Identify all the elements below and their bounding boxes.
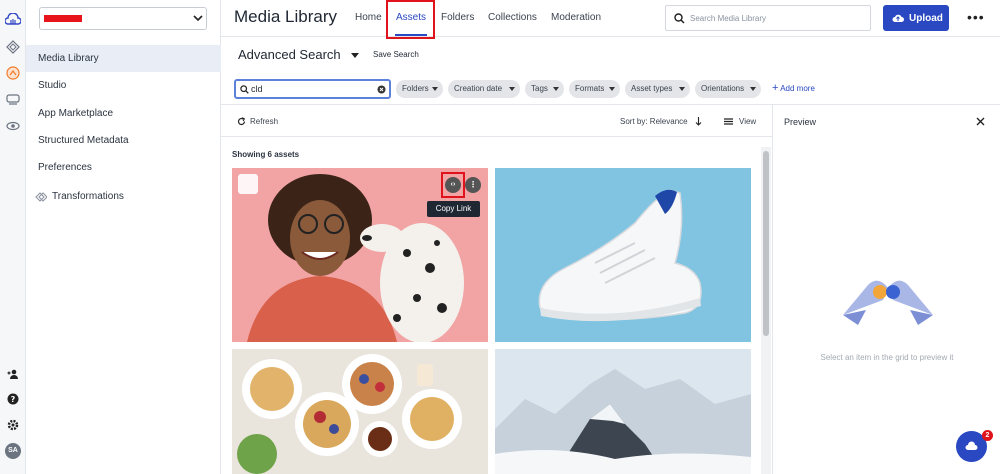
asset-count: Showing 6 assets (232, 150, 300, 159)
view-button[interactable]: View (739, 117, 756, 126)
preview-title: Preview (784, 117, 817, 127)
asset-tile[interactable] (232, 349, 488, 474)
cloudinary-logo-icon[interactable] (5, 11, 21, 27)
sort-direction-icon[interactable] (695, 117, 702, 126)
filter-formats[interactable]: Formats (569, 80, 620, 98)
asset-tile[interactable]: ‹› ⋮ (232, 168, 488, 342)
sidebar-item-media-library[interactable]: Media Library (26, 45, 221, 72)
select-checkbox[interactable] (238, 174, 258, 194)
search-icon (240, 85, 249, 94)
preview-panel: Preview Select an item in the grid to pr… (772, 104, 1000, 474)
mountains-thumbnail (495, 349, 751, 474)
scrollbar[interactable] (761, 147, 771, 474)
preview-empty-text: Select an item in the grid to preview it (820, 353, 954, 362)
video-icon[interactable] (5, 92, 21, 108)
asset-tile[interactable] (495, 349, 751, 474)
search-placeholder: Search Media Library (690, 14, 767, 23)
sidebar-item-app-marketplace[interactable]: App Marketplace (26, 100, 221, 127)
empty-preview-illustration (843, 280, 933, 325)
tab-assets-highlight (386, 0, 435, 39)
search-media-library-input[interactable]: Search Media Library (665, 5, 871, 31)
upload-button[interactable]: Upload (883, 5, 949, 31)
icon-rail: ? SA (0, 0, 26, 474)
filter-tags[interactable]: Tags (525, 80, 564, 98)
close-icon[interactable] (976, 117, 985, 126)
transformations-icon (35, 192, 47, 202)
results-toolbar: Refresh Sort by: Relevance View (221, 104, 772, 137)
tab-home[interactable]: Home (355, 12, 382, 23)
advanced-search-title: Advanced Search (238, 47, 341, 62)
scrollbar-thumb[interactable] (763, 151, 769, 336)
sidebar-item-studio[interactable]: Studio (26, 72, 221, 99)
clear-icon[interactable] (377, 85, 386, 94)
avatar[interactable]: SA (5, 443, 21, 459)
plus-icon: + (772, 82, 779, 94)
tab-moderation[interactable]: Moderation (551, 12, 601, 23)
copy-link-icon[interactable]: ‹› (445, 177, 461, 193)
filter-orientations[interactable]: Orientations (695, 80, 761, 98)
programmable-media-icon[interactable] (5, 39, 21, 55)
save-search-button[interactable]: Save Search (373, 50, 419, 59)
more-options-icon[interactable]: ••• (967, 10, 985, 24)
integrations-icon[interactable] (5, 118, 21, 134)
page-title: Media Library (234, 7, 337, 26)
sidebar-item-structured-metadata[interactable]: Structured Metadata (26, 127, 221, 154)
environment-selector[interactable] (39, 7, 207, 30)
chevron-down-icon (193, 15, 203, 22)
tab-collections[interactable]: Collections (488, 12, 537, 23)
asset-tile[interactable] (495, 168, 751, 342)
sort-dropdown[interactable]: Sort by: Relevance (620, 117, 688, 126)
environment-name-redacted (44, 15, 82, 22)
list-view-icon (724, 118, 733, 125)
filter-folders[interactable]: Folders (396, 80, 443, 98)
help-icon[interactable]: ? (5, 391, 21, 407)
sidebar-item-transformations[interactable]: Transformations (26, 183, 221, 210)
advanced-search-input[interactable]: cld (234, 79, 391, 99)
cloud-icon (965, 441, 978, 450)
refresh-button[interactable]: Refresh (250, 117, 278, 126)
assets-icon[interactable] (5, 65, 21, 81)
filter-asset-types[interactable]: Asset types (625, 80, 690, 98)
top-bar: Media Library Home Assets Folders Collec… (221, 0, 1000, 39)
settings-gear-icon[interactable] (5, 417, 21, 433)
add-more-button[interactable]: + Add more (772, 82, 815, 94)
tab-folders[interactable]: Folders (441, 12, 474, 23)
sidebar-item-label: Transformations (52, 191, 124, 202)
kebab-menu-icon[interactable]: ⋮ (465, 177, 481, 193)
breakfast-food-thumbnail (232, 349, 488, 474)
notification-badge: 2 (982, 430, 993, 441)
sneaker-thumbnail (495, 168, 751, 342)
search-input-value: cld (251, 84, 263, 94)
sidebar-item-preferences[interactable]: Preferences (26, 154, 221, 181)
svg-text:?: ? (11, 395, 16, 404)
caret-down-icon[interactable] (351, 53, 359, 58)
filter-creation-date[interactable]: Creation date (448, 80, 520, 98)
search-icon (674, 13, 685, 24)
copy-link-tooltip: Copy Link (427, 201, 480, 217)
refresh-icon (237, 117, 246, 126)
cloud-upload-icon (892, 14, 904, 22)
sidebar: Media Library Studio App Marketplace Str… (26, 0, 221, 474)
add-user-icon[interactable] (5, 366, 21, 382)
